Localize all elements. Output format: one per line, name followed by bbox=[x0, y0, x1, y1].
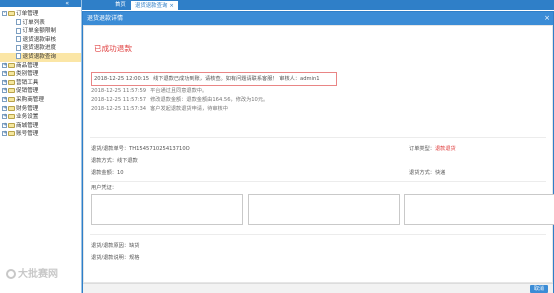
expand-icon[interactable]: + bbox=[2, 105, 7, 111]
folder-icon bbox=[8, 114, 15, 120]
file-icon bbox=[16, 44, 21, 51]
sidebar-item-order-amount-limit[interactable]: 订单金额限制 bbox=[0, 27, 81, 36]
expand-icon[interactable]: + bbox=[2, 122, 7, 128]
folder-icon bbox=[8, 96, 15, 102]
file-icon bbox=[16, 19, 21, 26]
delivery-method-field: 退货方式：快递 bbox=[409, 170, 446, 176]
expand-icon[interactable]: + bbox=[2, 88, 7, 94]
sidebar-item-business-settings[interactable]: + 业务设置 bbox=[0, 113, 81, 122]
log-entry: 2018-12-25 11:57:34 客户发起退款退货申请，待审核中 bbox=[91, 105, 228, 112]
folder-icon bbox=[8, 71, 15, 77]
sidebar-item-order-list[interactable]: 订单列表 bbox=[0, 19, 81, 28]
folder-icon bbox=[8, 62, 15, 68]
sidebar-item-refund-query[interactable]: 退货退款查询 bbox=[0, 52, 81, 62]
refund-status: 已成功退款 bbox=[94, 44, 132, 53]
expand-icon[interactable]: + bbox=[2, 96, 7, 102]
dialog-body: 已成功退款 2018-12-25 12:00:15 线下退款已成功到账，请核查。如… bbox=[83, 25, 554, 283]
sidebar-header: « bbox=[0, 0, 81, 7]
sidebar-item-purchaser-management[interactable]: + 采购商管理 bbox=[0, 96, 81, 105]
folder-icon bbox=[8, 11, 15, 16]
order-no-field: 退货/退款单号：TH154571025413710O bbox=[91, 146, 190, 152]
refund-detail-dialog: 退货退款详情 × 已成功退款 2018-12-25 12:00:15 线下退款已成… bbox=[82, 11, 554, 293]
tab-bar: 首页 退货退款查询 × bbox=[82, 0, 554, 10]
voucher-image-slot[interactable] bbox=[248, 194, 400, 225]
expand-icon[interactable]: + bbox=[2, 62, 7, 68]
expand-icon[interactable]: + bbox=[2, 131, 7, 137]
reason-field: 退货/退款原因：缺货 bbox=[91, 243, 140, 249]
description-field: 退货/退款说明：规格 bbox=[91, 255, 140, 261]
double-chevron-left-icon[interactable]: « bbox=[65, 0, 69, 7]
folder-icon bbox=[8, 122, 15, 128]
nav-tree: - 订单管理 订单列表 订单金额限制 退货退款审核 退货退款进度 退货退款查询 +… bbox=[0, 7, 81, 139]
divider bbox=[90, 234, 546, 235]
sidebar-item-finance-management[interactable]: + 财务管理 bbox=[0, 105, 81, 114]
dialog-title: 退货退款详情 bbox=[87, 15, 124, 22]
close-icon[interactable]: × bbox=[544, 12, 550, 25]
collapse-icon[interactable]: - bbox=[2, 11, 7, 16]
file-icon bbox=[16, 36, 21, 43]
sidebar-item-product-management[interactable]: + 商品管理 bbox=[0, 62, 81, 71]
sidebar-item-account-management[interactable]: + 账号管理 bbox=[0, 130, 81, 139]
voucher-image-slot[interactable] bbox=[404, 194, 554, 225]
log-entry: 2018-12-25 11:57:59 平台通过且同意退款中。 bbox=[91, 88, 208, 94]
dialog-header: 退货退款详情 × bbox=[83, 12, 553, 25]
sidebar-item-promotion-management[interactable]: + 促销管理 bbox=[0, 87, 81, 96]
folder-icon bbox=[8, 131, 15, 137]
folder-icon bbox=[8, 105, 15, 111]
sidebar-item-refund-progress[interactable]: 退货退款进度 bbox=[0, 44, 81, 53]
divider bbox=[90, 137, 546, 138]
refund-method-field: 退款方式：线下退款 bbox=[91, 158, 138, 164]
voucher-image-slot[interactable] bbox=[91, 194, 243, 225]
folder-icon bbox=[8, 79, 15, 85]
voucher-label: 用户凭证： bbox=[91, 185, 117, 191]
sidebar-item-marketing-tools[interactable]: + 营销工具 bbox=[0, 79, 81, 88]
brand-logo: 大批赛网 bbox=[6, 265, 58, 280]
tab-home[interactable]: 首页 bbox=[112, 1, 129, 10]
sidebar-item-category-management[interactable]: + 类别管理 bbox=[0, 70, 81, 79]
log-entry: 2018-12-25 12:00:15 线下退款已成功到账，请核查。如有问题请联系… bbox=[91, 72, 337, 86]
refund-amount-field: 退款金额：10 bbox=[91, 170, 124, 176]
expand-icon[interactable]: + bbox=[2, 79, 7, 85]
log-entry: 2018-12-25 11:57:57 修改退款金额：退款金额由164.56，修改… bbox=[91, 96, 269, 103]
logo-ring-icon bbox=[6, 269, 16, 279]
file-icon bbox=[16, 27, 21, 34]
tab-refund-query[interactable]: 退货退款查询 × bbox=[131, 1, 178, 10]
sidebar: « - 订单管理 订单列表 订单金额限制 退货退款审核 退货退款进度 退货退款查询… bbox=[0, 0, 82, 293]
dialog-footer: 取消 bbox=[83, 283, 553, 293]
file-icon bbox=[16, 53, 21, 60]
close-tab-icon[interactable]: × bbox=[169, 3, 174, 9]
sidebar-item-mall-management[interactable]: + 商城管理 bbox=[0, 122, 81, 131]
sidebar-item-order-management[interactable]: - 订单管理 bbox=[0, 10, 81, 19]
cancel-button[interactable]: 取消 bbox=[530, 285, 548, 293]
expand-icon[interactable]: + bbox=[2, 71, 7, 77]
order-type-field: 订单类型：退款退货 bbox=[409, 146, 456, 152]
divider bbox=[90, 181, 546, 182]
refund-log-list: 2018-12-25 12:00:15 线下退款已成功到账，请核查。如有问题请联系… bbox=[91, 72, 337, 113]
folder-icon bbox=[8, 88, 15, 94]
expand-icon[interactable]: + bbox=[2, 114, 7, 120]
sidebar-item-refund-review[interactable]: 退货退款审核 bbox=[0, 36, 81, 45]
